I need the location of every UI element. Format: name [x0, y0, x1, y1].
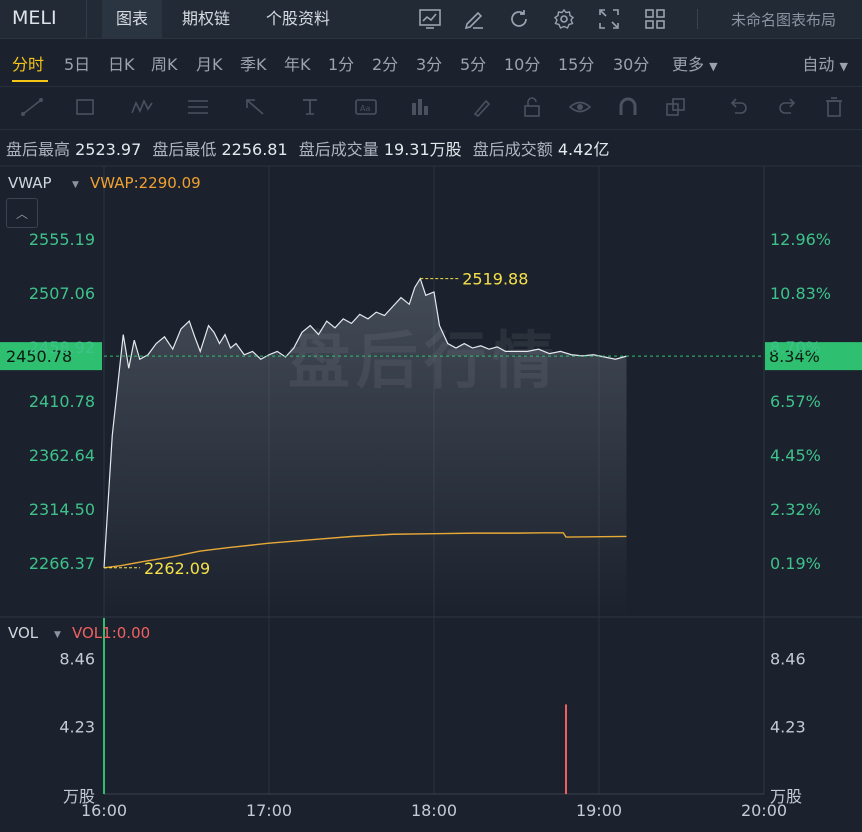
time-tick-label: 20:00 — [741, 801, 787, 820]
volume-panel — [103, 618, 567, 794]
high-annotation: 2519.88 — [462, 270, 528, 289]
volume-bar — [103, 618, 105, 794]
volume-indicator-label[interactable]: VOL — [8, 624, 38, 642]
time-tick-label: 17:00 — [246, 801, 292, 820]
low-annotation: 2262.09 — [144, 559, 210, 578]
intraday-chart[interactable]: 盘后行情 2450.788.34%2519.882262.09 2555.192… — [0, 0, 862, 832]
percent-tick-label: 4.45% — [770, 446, 821, 465]
price-tick-label: 2314.50 — [29, 500, 95, 519]
price-tick-label: 2362.64 — [29, 446, 95, 465]
volume-tick-label: 8.46 — [770, 650, 806, 669]
volume-tick-label: 8.46 — [59, 650, 95, 669]
percent-tick-label: 2.32% — [770, 500, 821, 519]
time-tick-label: 19:00 — [576, 801, 622, 820]
price-tick-label: 2266.37 — [29, 554, 95, 573]
caret-down-icon[interactable]: ▼ — [72, 180, 79, 190]
collapse-chevron-icon[interactable]: ︿ — [6, 198, 38, 228]
percent-tick-label: 10.83% — [770, 284, 831, 303]
volume-value: VOL1:0.00 — [72, 624, 151, 642]
percent-tick-label: 12.96% — [770, 230, 831, 249]
caret-down-icon[interactable]: ▼ — [54, 630, 61, 640]
price-tick-label: 2458.92 — [29, 338, 95, 357]
price-tick-label: 2555.19 — [29, 230, 95, 249]
volume-tick-label: 4.23 — [59, 717, 95, 736]
vwap-value: VWAP:2290.09 — [90, 174, 201, 192]
percent-tick-label: 0.19% — [770, 554, 821, 573]
price-tick-label: 2507.06 — [29, 284, 95, 303]
volume-tick-label: 4.23 — [770, 717, 806, 736]
percent-tick-label: 8.70% — [770, 338, 821, 357]
time-tick-label: 18:00 — [411, 801, 457, 820]
price-panel: 2450.78 8.34%2519.882262.09 — [0, 270, 862, 617]
price-tick-label: 2410.78 — [29, 392, 95, 411]
volume-bar — [565, 704, 567, 794]
percent-tick-label: 6.57% — [770, 392, 821, 411]
price-indicator-label[interactable]: VWAP — [8, 174, 52, 192]
time-tick-label: 16:00 — [81, 801, 127, 820]
